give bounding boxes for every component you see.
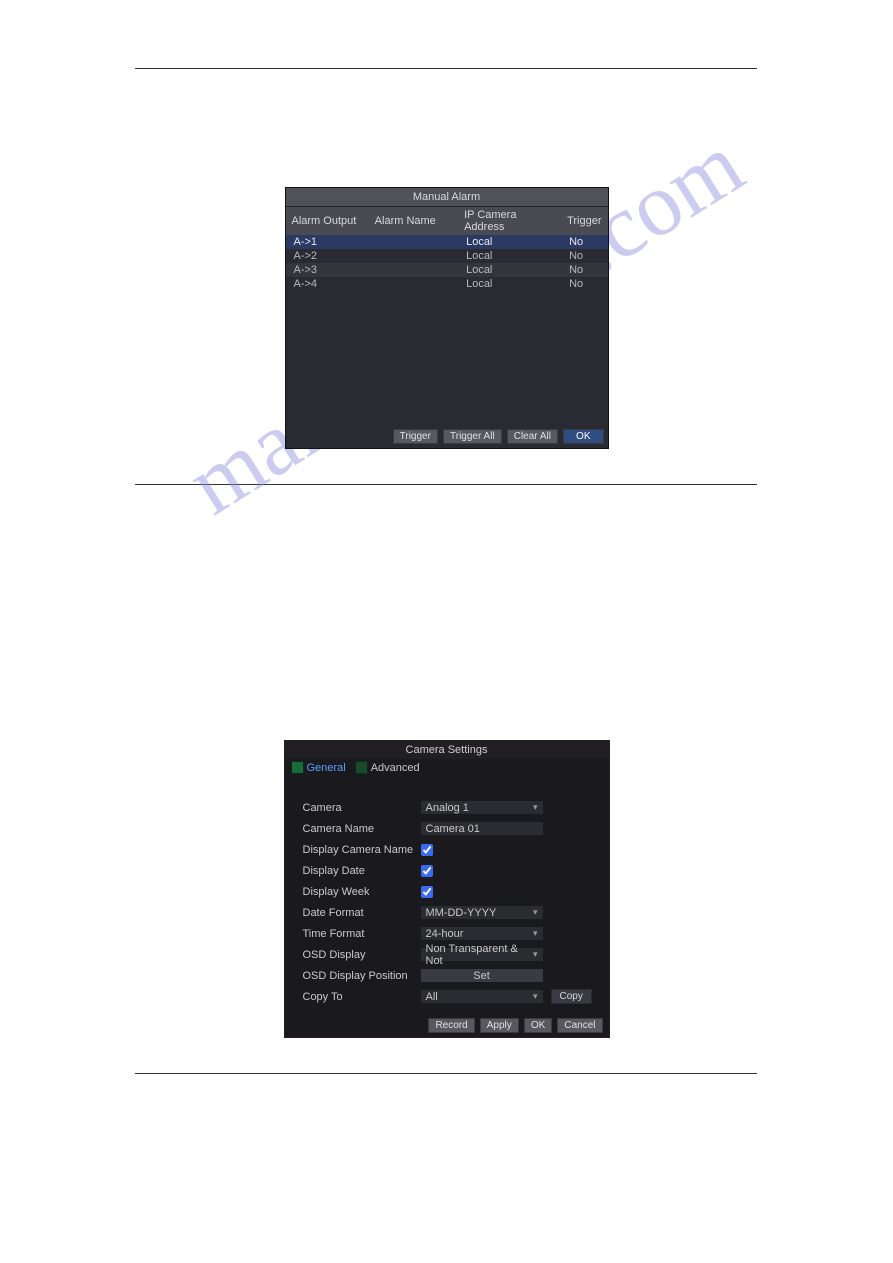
cell-name [369, 235, 458, 249]
label-osd-display-position: OSD Display Position [303, 970, 421, 982]
select-value: MM-DD-YYYY [426, 907, 497, 919]
chevron-down-icon: ▾ [533, 949, 538, 960]
osd-position-set-button[interactable]: Set [421, 969, 543, 982]
select-value: All [426, 991, 438, 1003]
dialog-title: Manual Alarm [286, 188, 608, 206]
select-value: Analog 1 [426, 802, 469, 814]
folder-icon [291, 761, 304, 774]
camera-settings-dialog: Camera Settings General Advanced Camera … [284, 740, 610, 1038]
tab-label: General [307, 762, 346, 774]
record-button[interactable]: Record [428, 1018, 474, 1033]
cell-trigger: No [561, 277, 607, 291]
cell-name [369, 249, 458, 263]
table-empty-area [286, 291, 608, 427]
label-camera-name: Camera Name [303, 823, 421, 835]
chevron-down-icon: ▾ [533, 907, 538, 918]
cell-addr: Local [458, 235, 561, 249]
col-alarm-name: Alarm Name [369, 207, 458, 236]
label-camera: Camera [303, 802, 421, 814]
cell-output: A->1 [286, 235, 369, 249]
display-week-checkbox[interactable] [421, 886, 433, 898]
date-format-select[interactable]: MM-DD-YYYY ▾ [421, 906, 543, 919]
manual-alarm-dialog: Manual Alarm Alarm Output Alarm Name IP … [285, 187, 609, 449]
copy-button[interactable]: Copy [551, 989, 592, 1004]
cell-addr: Local [458, 263, 561, 277]
chevron-down-icon: ▾ [533, 928, 538, 939]
chevron-down-icon: ▾ [533, 991, 538, 1002]
cell-addr: Local [458, 277, 561, 291]
cell-trigger: No [561, 235, 607, 249]
label-display-week: Display Week [303, 886, 421, 898]
table-row[interactable]: A->4 Local No [286, 277, 608, 291]
chevron-down-icon: ▾ [533, 802, 538, 813]
trigger-all-button[interactable]: Trigger All [443, 429, 502, 444]
osd-display-select[interactable]: Non Transparent & Not ▾ [421, 948, 543, 961]
display-camera-name-checkbox[interactable] [421, 844, 433, 856]
label-display-camera-name: Display Camera Name [303, 844, 421, 856]
cell-name [369, 277, 458, 291]
tab-label: Advanced [371, 762, 420, 774]
cell-trigger: No [561, 263, 607, 277]
cancel-button[interactable]: Cancel [557, 1018, 602, 1033]
select-value: Non Transparent & Not [426, 943, 533, 967]
folder-icon [355, 761, 368, 774]
camera-name-input[interactable]: Camera 01 [421, 822, 543, 835]
input-value: Camera 01 [426, 823, 480, 835]
label-copy-to: Copy To [303, 991, 421, 1003]
cell-name [369, 263, 458, 277]
col-ip-camera-address: IP Camera Address [458, 207, 561, 236]
settings-form: Camera Analog 1 ▾ Camera Name Camera 01 … [285, 779, 609, 1015]
col-trigger: Trigger [561, 207, 607, 236]
apply-button[interactable]: Apply [480, 1018, 519, 1033]
table-row[interactable]: A->3 Local No [286, 263, 608, 277]
ok-button[interactable]: OK [524, 1018, 552, 1033]
trigger-button[interactable]: Trigger [393, 429, 438, 444]
cell-output: A->2 [286, 249, 369, 263]
tab-advanced[interactable]: Advanced [355, 761, 420, 774]
tab-bar: General Advanced [285, 759, 609, 779]
copy-to-select[interactable]: All ▾ [421, 990, 543, 1003]
camera-select[interactable]: Analog 1 ▾ [421, 801, 543, 814]
label-display-date: Display Date [303, 865, 421, 877]
display-date-checkbox[interactable] [421, 865, 433, 877]
button-row: Trigger Trigger All Clear All OK [286, 427, 608, 448]
dialog-title: Camera Settings [285, 741, 609, 759]
label-osd-display: OSD Display [303, 949, 421, 961]
select-value: 24-hour [426, 928, 464, 940]
tab-general[interactable]: General [291, 761, 346, 774]
label-date-format: Date Format [303, 907, 421, 919]
time-format-select[interactable]: 24-hour ▾ [421, 927, 543, 940]
button-row: Record Apply OK Cancel [285, 1015, 609, 1037]
cell-output: A->3 [286, 263, 369, 277]
divider-bottom [135, 1073, 757, 1074]
clear-all-button[interactable]: Clear All [507, 429, 558, 444]
divider-top [135, 68, 757, 69]
cell-trigger: No [561, 249, 607, 263]
table-row[interactable]: A->2 Local No [286, 249, 608, 263]
divider-mid [135, 484, 757, 485]
ok-button[interactable]: OK [563, 429, 603, 444]
table-row[interactable]: A->1 Local No [286, 235, 608, 249]
alarm-table: Alarm Output Alarm Name IP Camera Addres… [286, 206, 608, 291]
button-label: Set [473, 970, 490, 982]
label-time-format: Time Format [303, 928, 421, 940]
cell-output: A->4 [286, 277, 369, 291]
cell-addr: Local [458, 249, 561, 263]
col-alarm-output: Alarm Output [286, 207, 369, 236]
